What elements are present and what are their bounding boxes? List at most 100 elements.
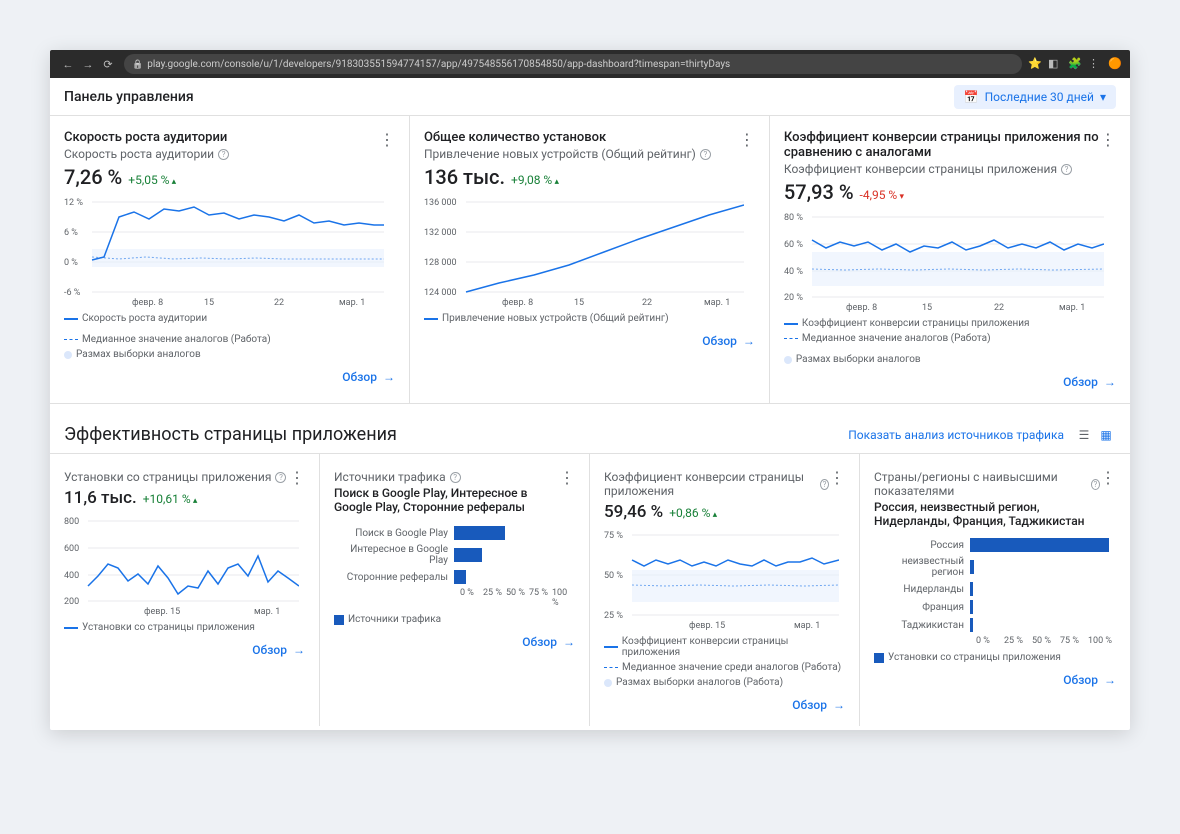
- legend-main: Коэффициент конверсии страницы приложени…: [784, 318, 1030, 329]
- arrow-right-icon: →: [563, 635, 575, 649]
- svg-text:50 %: 50 %: [604, 571, 623, 581]
- installs-chart-small: 800 600 400 200 февр. 15 мар. 1: [64, 516, 305, 616]
- card-top-countries: Страны/регионы с наивысшими показателями…: [860, 454, 1130, 726]
- metric-delta: +5,05 %: [128, 173, 176, 187]
- grid-view-icon[interactable]: ▦: [1096, 427, 1116, 443]
- more-icon[interactable]: ⋮: [1100, 130, 1116, 149]
- metric-value: 7,26 %: [64, 165, 122, 189]
- chart-legend: Установки со страницы приложения: [874, 652, 1116, 663]
- review-link[interactable]: Обзор→: [342, 370, 395, 384]
- review-link[interactable]: Обзор→: [1063, 375, 1116, 389]
- ext-icon[interactable]: ◧: [1048, 57, 1062, 71]
- metric-value: 136 тыс.: [424, 165, 505, 189]
- arrow-right-icon: →: [383, 370, 395, 384]
- metric-delta: +9,08 %: [511, 173, 559, 187]
- chart-legend: Установки со страницы приложения: [64, 622, 305, 633]
- more-icon[interactable]: ⋮: [739, 130, 755, 149]
- review-link[interactable]: Обзор→: [792, 698, 845, 712]
- svg-text:136 000: 136 000: [424, 198, 457, 208]
- conversion-chart-small: 75 % 50 % 25 % февр. 15 мар. 1: [604, 530, 845, 630]
- arrow-right-icon: →: [1104, 673, 1116, 687]
- section-listing-performance: Эффективность страницы приложения Показа…: [50, 404, 1130, 453]
- help-icon[interactable]: ?: [700, 149, 711, 160]
- svg-text:25 %: 25 %: [604, 611, 623, 621]
- reload-icon[interactable]: ⟳: [98, 58, 118, 71]
- back-icon[interactable]: ←: [58, 58, 78, 71]
- conversion-chart: 80 % 60 % 40 % 20 % февр. 8 15 22: [784, 212, 1116, 312]
- review-link[interactable]: Обзор→: [522, 635, 575, 649]
- browser-window: ← → ⟳ play.google.com/console/u/1/develo…: [50, 50, 1130, 730]
- svg-text:мар. 1: мар. 1: [704, 298, 730, 307]
- card-title: Страны/регионы с наивысшими показателями…: [874, 470, 1100, 498]
- card-conversion-vs-peers: Коэффициент конверсии страницы приложени…: [770, 116, 1130, 403]
- more-icon[interactable]: ⋮: [379, 130, 395, 149]
- card-subtitle: Россия, неизвестный регион, Нидерланды, …: [874, 500, 1100, 528]
- metric-value: 57,93 %: [784, 180, 854, 204]
- more-icon[interactable]: ⋮: [1100, 468, 1116, 487]
- card-title: Коэффициент конверсии страницы приложени…: [784, 130, 1100, 160]
- legend-main: Источники трафика: [334, 614, 441, 625]
- more-icon[interactable]: ⋮: [289, 468, 305, 487]
- date-range-picker[interactable]: 📅 Последние 30 дней ▾: [954, 85, 1116, 109]
- section-title: Эффективность страницы приложения: [64, 424, 397, 445]
- share-icon[interactable]: ⭐: [1028, 57, 1042, 71]
- metric-delta: +0,86 %: [669, 506, 717, 520]
- review-link[interactable]: Обзор→: [252, 643, 305, 657]
- help-icon[interactable]: ?: [820, 479, 829, 490]
- legend-main: Установки со страницы приложения: [64, 622, 255, 633]
- legend-main: Коэффициент конверсии страницы приложени…: [604, 636, 845, 658]
- traffic-analysis-link[interactable]: Показать анализ источников трафика: [848, 428, 1064, 442]
- card-growth-rate: Скорость роста аудитории Скорость роста …: [50, 116, 410, 403]
- legend-peer: Медианное значение среди аналогов (Работ…: [604, 662, 841, 673]
- chrome-toolbar: ← → ⟳ play.google.com/console/u/1/develo…: [50, 50, 1130, 78]
- card-listing-installs: Установки со страницы приложения? 11,6 т…: [50, 454, 320, 726]
- svg-text:400: 400: [64, 571, 79, 581]
- svg-text:60 %: 60 %: [784, 240, 803, 250]
- forward-icon[interactable]: →: [78, 58, 98, 71]
- svg-text:6 %: 6 %: [64, 228, 78, 238]
- svg-text:80 %: 80 %: [784, 213, 803, 223]
- list-view-icon[interactable]: ☰: [1074, 427, 1094, 443]
- chart-legend: Источники трафика: [334, 614, 575, 625]
- help-icon[interactable]: ?: [275, 472, 286, 483]
- svg-text:февр. 15: февр. 15: [144, 607, 180, 616]
- more-icon[interactable]: ⋮: [829, 468, 845, 487]
- card-title: Коэффициент конверсии страницы приложени…: [604, 470, 829, 498]
- legend-main: Привлечение новых устройств (Общий рейти…: [424, 313, 669, 324]
- svg-text:20 %: 20 %: [784, 293, 803, 303]
- review-link[interactable]: Обзор→: [702, 334, 755, 348]
- calendar-icon: 📅: [964, 90, 979, 104]
- card-traffic-sources: Источники трафика? Поиск в Google Play, …: [320, 454, 590, 726]
- card-title: Установки со страницы приложения?: [64, 470, 286, 484]
- svg-text:мар. 1: мар. 1: [1059, 303, 1085, 312]
- metric-delta: -4,95 %: [860, 188, 904, 202]
- more-icon[interactable]: ⋮: [559, 468, 575, 487]
- legend-main: Скорость роста аудитории: [64, 313, 207, 324]
- dots-icon[interactable]: ⋮: [1088, 57, 1102, 71]
- svg-text:128 000: 128 000: [424, 258, 457, 268]
- svg-text:февр. 8: февр. 8: [132, 298, 163, 307]
- chart-legend: Коэффициент конверсии страницы приложени…: [604, 636, 845, 688]
- extension-icons: ⭐ ◧ 🧩 ⋮ 🟠: [1028, 57, 1122, 71]
- card-listing-conversion: Коэффициент конверсии страницы приложени…: [590, 454, 860, 726]
- svg-text:мар. 1: мар. 1: [339, 298, 365, 307]
- page-header: Панель управления 📅 Последние 30 дней ▾: [50, 78, 1130, 116]
- help-icon[interactable]: ?: [450, 472, 461, 483]
- help-icon[interactable]: ?: [1061, 164, 1072, 175]
- help-icon[interactable]: ?: [1091, 479, 1100, 490]
- url-bar[interactable]: play.google.com/console/u/1/developers/9…: [124, 54, 1022, 74]
- avatar-icon[interactable]: 🟠: [1108, 57, 1122, 71]
- bottom-row: Установки со страницы приложения? 11,6 т…: [50, 453, 1130, 726]
- card-title: Скорость роста аудитории: [64, 130, 229, 145]
- help-icon[interactable]: ?: [218, 149, 229, 160]
- metric-value: 59,46 %: [604, 502, 663, 522]
- legend-peer: Медианное значение аналогов (Работа): [64, 334, 271, 345]
- card-subtitle: Поиск в Google Play, Интересное в Google…: [334, 486, 559, 514]
- svg-text:-6 %: -6 %: [64, 288, 81, 298]
- svg-text:мар. 1: мар. 1: [254, 607, 280, 616]
- svg-text:15: 15: [574, 298, 584, 307]
- legend-band: Размах выборки аналогов: [64, 349, 201, 360]
- puzzle-icon[interactable]: 🧩: [1068, 57, 1082, 71]
- review-link[interactable]: Обзор→: [1063, 673, 1116, 687]
- dashboard-content: Скорость роста аудитории Скорость роста …: [50, 116, 1130, 730]
